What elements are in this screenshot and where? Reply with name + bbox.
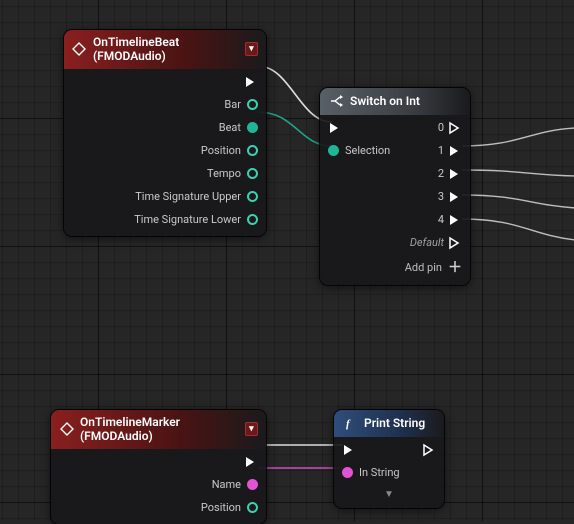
node-switch-on-int[interactable]: Switch on Int 0 Selection 1 2 3 (320, 88, 470, 285)
pin-label: Position (201, 144, 241, 157)
node-header[interactable]: OnTimelineMarker (FMODAudio) ▾ (51, 410, 266, 449)
pin-label: 4 (438, 213, 444, 226)
data-pin-icon (247, 502, 258, 513)
exec-out-pin[interactable] (59, 453, 258, 470)
node-title: Switch on Int (350, 94, 420, 108)
output-position[interactable]: Position (59, 499, 258, 516)
data-pin-icon (247, 168, 258, 179)
node-title: OnTimelineBeat (FMODAudio) (93, 35, 245, 63)
data-pin-icon (247, 122, 258, 133)
output-tsu[interactable]: Time Signature Upper (72, 188, 258, 205)
output-tsl[interactable]: Time Signature Lower (72, 211, 258, 228)
pin-label: Selection (345, 144, 390, 157)
expand-advanced-button[interactable]: ▼ (342, 489, 436, 500)
data-pin-icon (247, 145, 258, 156)
output-bar[interactable]: Bar (72, 96, 258, 113)
output-name[interactable]: Name (59, 476, 258, 493)
node-title: OnTimelineMarker (FMODAudio) (80, 415, 245, 443)
pin-label: Beat (219, 121, 241, 134)
data-pin-icon (342, 467, 353, 478)
pin-label: Tempo (207, 167, 241, 180)
input-selection[interactable]: Selection (328, 144, 390, 157)
data-pin-icon (328, 145, 339, 156)
add-pin-label: Add pin (405, 261, 442, 274)
node-on-timeline-beat[interactable]: OnTimelineBeat (FMODAudio) ▾ Bar Beat Po… (64, 30, 266, 236)
pin-label: Default (410, 236, 444, 249)
node-header[interactable]: Switch on Int (320, 88, 470, 115)
output-1[interactable]: 1 (438, 144, 462, 158)
output-beat[interactable]: Beat (72, 119, 258, 136)
output-default[interactable]: Default (328, 234, 462, 251)
pin-label: Time Signature Lower (134, 213, 241, 226)
pin-label: 1 (438, 144, 444, 157)
node-print-string[interactable]: f Print String In String ▼ (334, 410, 444, 508)
pin-label: Bar (224, 98, 241, 111)
output-4[interactable]: 4 (328, 211, 462, 228)
data-pin-icon (247, 99, 258, 110)
pin-label: 2 (438, 167, 444, 180)
node-title: Print String (364, 416, 425, 430)
expand-icon[interactable]: ▾ (245, 42, 258, 56)
exec-in-pin[interactable] (328, 121, 342, 135)
exec-out-pin[interactable] (422, 443, 436, 457)
output-0[interactable]: 0 (438, 121, 462, 135)
svg-text:f: f (346, 418, 351, 430)
data-pin-icon (247, 191, 258, 202)
switch-icon (328, 93, 344, 109)
plus-icon: ＋ (448, 257, 462, 277)
output-2[interactable]: 2 (328, 165, 462, 182)
output-3[interactable]: 3 (328, 188, 462, 205)
exec-in-pin[interactable] (342, 443, 356, 457)
add-pin-button[interactable]: Add pin ＋ (328, 257, 462, 277)
pin-label: Position (201, 501, 241, 514)
pin-label: Time Signature Upper (135, 190, 241, 203)
event-icon (72, 41, 87, 57)
node-header[interactable]: OnTimelineBeat (FMODAudio) ▾ (64, 30, 266, 69)
input-in-string[interactable]: In String (342, 464, 436, 481)
pin-label: 3 (438, 190, 444, 203)
pin-label: Name (212, 478, 241, 491)
expand-icon[interactable]: ▾ (245, 422, 258, 436)
data-pin-icon (247, 479, 258, 490)
pin-label: In String (359, 466, 400, 479)
function-icon: f (342, 415, 358, 431)
node-header[interactable]: f Print String (334, 410, 444, 437)
node-on-timeline-marker[interactable]: OnTimelineMarker (FMODAudio) ▾ Name Posi… (51, 410, 266, 524)
data-pin-icon (247, 214, 258, 225)
output-position[interactable]: Position (72, 142, 258, 159)
pin-label: 0 (438, 121, 444, 134)
output-tempo[interactable]: Tempo (72, 165, 258, 182)
event-icon (59, 421, 74, 437)
exec-out-pin[interactable] (72, 73, 258, 90)
